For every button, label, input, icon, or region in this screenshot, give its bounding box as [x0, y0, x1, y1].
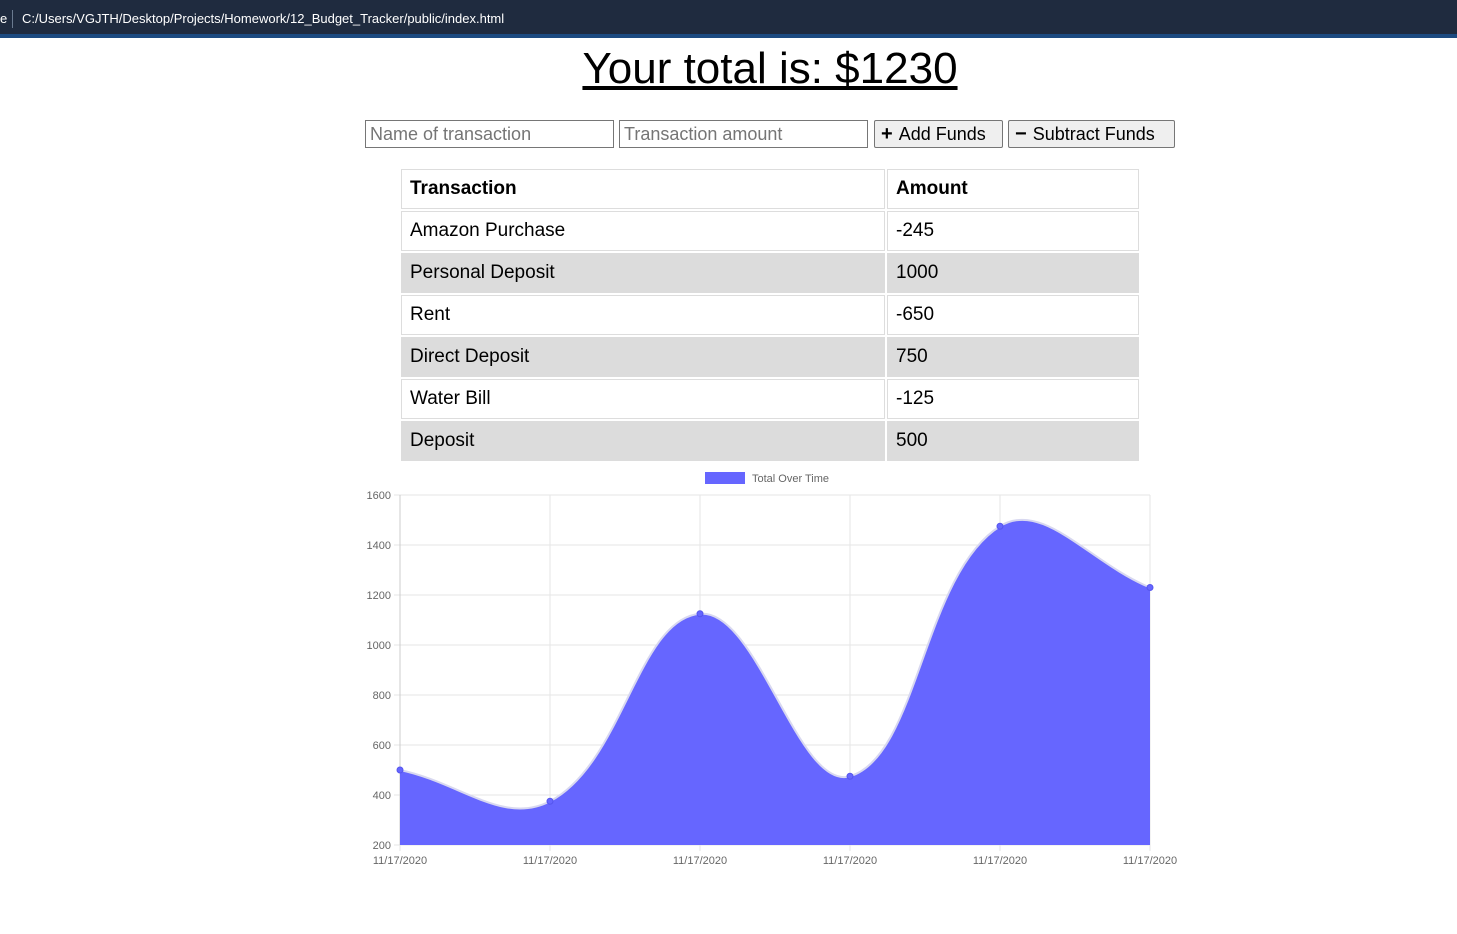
x-tick-label: 11/17/2020 — [823, 855, 877, 867]
y-tick-label: 800 — [373, 690, 391, 702]
x-tick-label: 11/17/2020 — [673, 855, 727, 867]
y-tick-label: 600 — [373, 740, 391, 752]
y-tick-label: 1000 — [367, 640, 391, 652]
y-tick-label: 400 — [373, 790, 391, 802]
y-tick-label: 1400 — [367, 540, 391, 552]
x-tick-label: 11/17/2020 — [973, 855, 1027, 867]
legend-swatch — [705, 472, 745, 484]
data-point — [1146, 584, 1154, 591]
x-tick-label: 11/17/2020 — [373, 855, 427, 867]
area-fill — [400, 519, 1150, 845]
data-point — [396, 766, 404, 774]
x-tick-label: 11/17/2020 — [523, 855, 577, 867]
y-tick-label: 200 — [373, 840, 391, 852]
data-point — [996, 522, 1004, 530]
data-point — [696, 610, 704, 618]
x-tick-label: 11/17/2020 — [1123, 855, 1177, 867]
legend-label: Total Over Time — [752, 473, 829, 485]
data-point — [546, 797, 554, 805]
total-over-time-chart: 200 400 600 800 1000 1200 1400 1600 11/17/2020 11… — [367, 472, 1177, 867]
y-tick-label: 1600 — [367, 490, 391, 502]
data-point — [846, 772, 854, 780]
y-tick-label: 1200 — [367, 590, 391, 602]
